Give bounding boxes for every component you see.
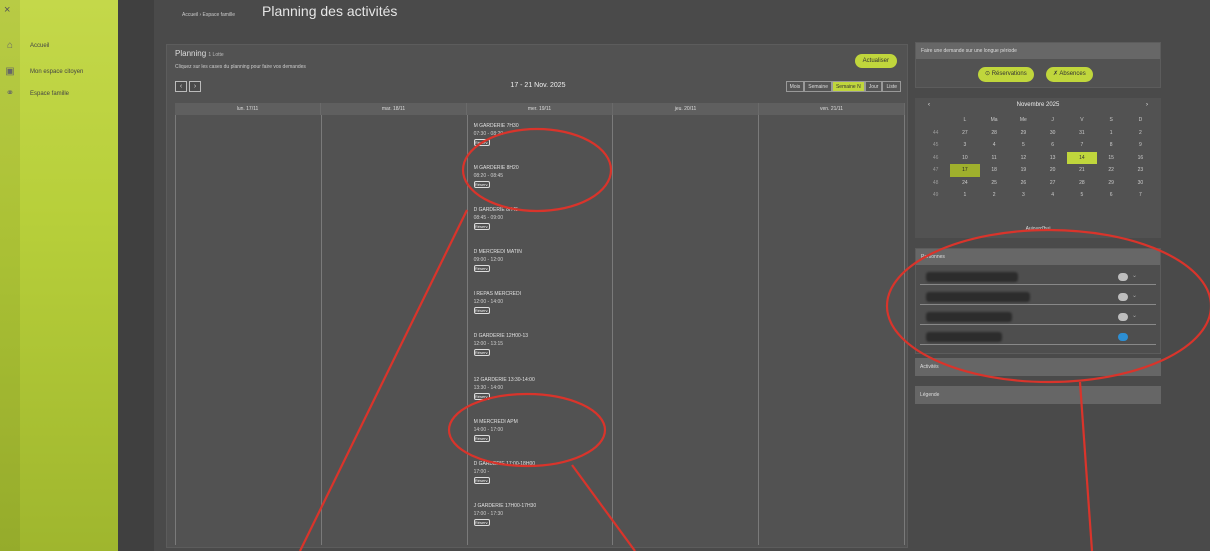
annotation-line bbox=[571, 464, 636, 551]
annotation-circle bbox=[447, 392, 607, 468]
annotation-line bbox=[299, 209, 468, 551]
annotation-overlay bbox=[299, 127, 1210, 551]
annotation-line bbox=[1078, 381, 1094, 551]
annotation-circle bbox=[885, 228, 1210, 384]
annotation-circle bbox=[461, 127, 613, 213]
